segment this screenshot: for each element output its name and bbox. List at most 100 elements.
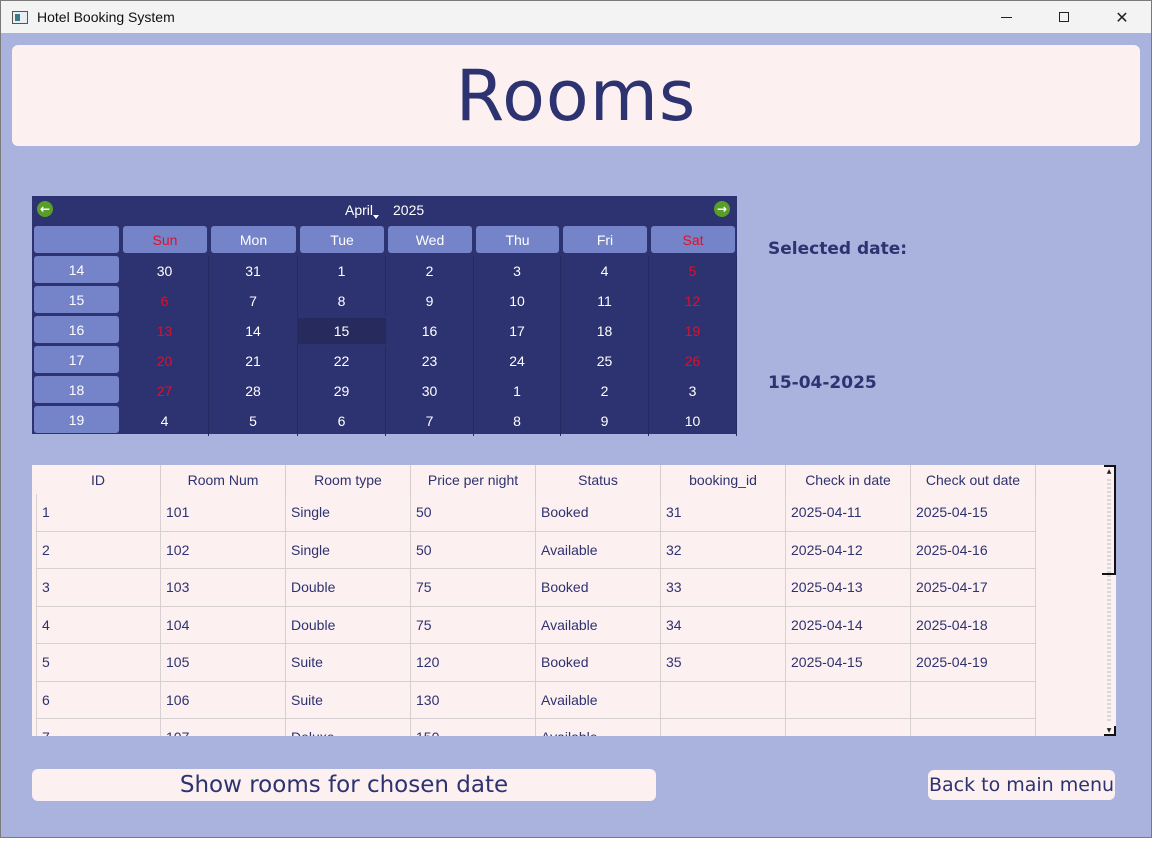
table-cell[interactable]: Booked xyxy=(536,644,661,682)
calendar-day[interactable]: 9 xyxy=(386,286,474,316)
table-cell[interactable]: 2025-04-15 xyxy=(786,644,911,682)
calendar-day[interactable]: 19 xyxy=(649,316,737,346)
table-cell[interactable]: 75 xyxy=(411,569,536,607)
calendar-widget[interactable]: ← April 2025 → Sun Mon Tue Wed Thu Fri Sat 14 30… xyxy=(32,196,737,436)
back-to-main-menu-button[interactable]: Back to main menu xyxy=(928,770,1115,800)
scroll-up-arrow-icon[interactable]: ▲ xyxy=(1104,465,1116,475)
column-header[interactable]: booking_id xyxy=(661,465,786,494)
table-cell[interactable]: 2025-04-19 xyxy=(911,644,1036,682)
table-cell[interactable]: 130 xyxy=(411,681,536,719)
table-cell[interactable]: 107 xyxy=(161,719,286,736)
table-cell[interactable]: Single xyxy=(286,494,411,532)
table-row[interactable]: 2 102 Single 50 Available 32 2025-04-12 2025-04… xyxy=(36,531,1036,569)
calendar-day[interactable]: 18 xyxy=(561,316,649,346)
table-cell[interactable]: 101 xyxy=(161,494,286,532)
table-cell[interactable]: 50 xyxy=(411,531,536,569)
table-cell[interactable]: 106 xyxy=(161,681,286,719)
calendar-day[interactable]: 23 xyxy=(386,346,474,376)
calendar-day[interactable]: 29 xyxy=(298,376,386,406)
table-cell[interactable]: 2025-04-11 xyxy=(786,494,911,532)
calendar-day[interactable]: 20 xyxy=(121,346,209,376)
calendar-day[interactable]: 8 xyxy=(474,406,561,436)
table-cell[interactable]: 31 xyxy=(661,494,786,532)
calendar-day[interactable]: 11 xyxy=(561,286,649,316)
table-cell[interactable]: Available xyxy=(536,606,661,644)
scrollbar-thumb[interactable] xyxy=(1102,475,1116,575)
table-cell[interactable]: 3 xyxy=(36,569,161,607)
table-cell[interactable] xyxy=(661,719,786,736)
calendar-day[interactable]: 22 xyxy=(298,346,386,376)
calendar-day[interactable]: 8 xyxy=(298,286,386,316)
table-cell[interactable] xyxy=(911,681,1036,719)
calendar-day[interactable]: 7 xyxy=(209,286,298,316)
table-cell[interactable]: 102 xyxy=(161,531,286,569)
column-header[interactable]: Check in date xyxy=(786,465,911,494)
calendar-day[interactable]: 7 xyxy=(386,406,474,436)
calendar-day[interactable]: 12 xyxy=(649,286,737,316)
calendar-day[interactable]: 4 xyxy=(121,406,209,436)
table-cell[interactable]: 2025-04-12 xyxy=(786,531,911,569)
calendar-day[interactable]: 14 xyxy=(209,316,298,346)
close-button[interactable]: ✕ xyxy=(1093,1,1151,33)
minimize-button[interactable] xyxy=(977,1,1035,33)
table-cell[interactable]: 7 xyxy=(36,719,161,736)
column-header[interactable]: Room Num xyxy=(161,465,286,494)
calendar-day[interactable]: 26 xyxy=(649,346,737,376)
column-header[interactable]: Room type xyxy=(286,465,411,494)
table-cell[interactable]: 5 xyxy=(36,644,161,682)
table-cell[interactable]: 120 xyxy=(411,644,536,682)
table-cell[interactable]: Booked xyxy=(536,494,661,532)
calendar-day[interactable]: 6 xyxy=(298,406,386,436)
column-header[interactable]: Status xyxy=(536,465,661,494)
calendar-day[interactable]: 2 xyxy=(561,376,649,406)
table-cell[interactable]: 50 xyxy=(411,494,536,532)
table-cell[interactable] xyxy=(786,681,911,719)
calendar-day[interactable]: 9 xyxy=(561,406,649,436)
calendar-day[interactable]: 30 xyxy=(121,256,209,286)
calendar-year-select[interactable]: 2025 xyxy=(393,202,424,218)
calendar-day[interactable]: 16 xyxy=(386,316,474,346)
arrow-right-icon[interactable]: → xyxy=(714,201,730,217)
table-cell[interactable]: Deluxe xyxy=(286,719,411,736)
table-cell[interactable]: 6 xyxy=(36,681,161,719)
table-row[interactable]: 6 106 Suite 130 Available xyxy=(36,681,1036,719)
table-row[interactable]: 7107Deluxe150Available xyxy=(36,719,1036,736)
show-rooms-button[interactable]: Show rooms for chosen date xyxy=(32,769,656,801)
table-cell[interactable]: 2025-04-15 xyxy=(911,494,1036,532)
table-cell[interactable] xyxy=(911,719,1036,736)
table-cell[interactable]: Available xyxy=(536,681,661,719)
calendar-day[interactable]: 31 xyxy=(209,256,298,286)
calendar-day[interactable]: 10 xyxy=(649,406,737,436)
calendar-day[interactable]: 3 xyxy=(649,376,737,406)
table-cell[interactable]: 2025-04-13 xyxy=(786,569,911,607)
table-cell[interactable]: 105 xyxy=(161,644,286,682)
table-cell[interactable] xyxy=(661,681,786,719)
rooms-table[interactable]: ID Room Num Room type Price per night Status… xyxy=(32,465,1116,736)
table-cell[interactable]: 75 xyxy=(411,606,536,644)
maximize-button[interactable] xyxy=(1035,1,1093,33)
table-cell[interactable]: Double xyxy=(286,569,411,607)
table-row[interactable]: 5 105 Suite 120 Booked 35 2025-04-15 2025-04-19 xyxy=(36,644,1036,682)
column-header[interactable]: Check out date xyxy=(911,465,1036,494)
vertical-scrollbar[interactable]: ▲ ▼ xyxy=(1102,465,1116,736)
arrow-left-icon[interactable]: ← xyxy=(37,201,53,217)
calendar-day[interactable]: 4 xyxy=(561,256,649,286)
calendar-day[interactable]: 5 xyxy=(649,256,737,286)
calendar-month-select[interactable]: April xyxy=(345,202,373,218)
table-cell[interactable]: 2025-04-14 xyxy=(786,606,911,644)
table-cell[interactable]: Double xyxy=(286,606,411,644)
table-cell[interactable]: 32 xyxy=(661,531,786,569)
calendar-day[interactable]: 17 xyxy=(474,316,561,346)
table-cell[interactable]: 2025-04-18 xyxy=(911,606,1036,644)
table-cell[interactable] xyxy=(786,719,911,736)
calendar-day[interactable]: 3 xyxy=(474,256,561,286)
column-header[interactable]: Price per night xyxy=(411,465,536,494)
table-cell[interactable]: Suite xyxy=(286,681,411,719)
calendar-day[interactable]: 10 xyxy=(474,286,561,316)
calendar-day[interactable]: 2 xyxy=(386,256,474,286)
table-cell[interactable]: 35 xyxy=(661,644,786,682)
calendar-day[interactable]: 6 xyxy=(121,286,209,316)
table-cell[interactable]: 2 xyxy=(36,531,161,569)
calendar-day[interactable]: 21 xyxy=(209,346,298,376)
scroll-down-arrow-icon[interactable]: ▼ xyxy=(1104,726,1116,736)
